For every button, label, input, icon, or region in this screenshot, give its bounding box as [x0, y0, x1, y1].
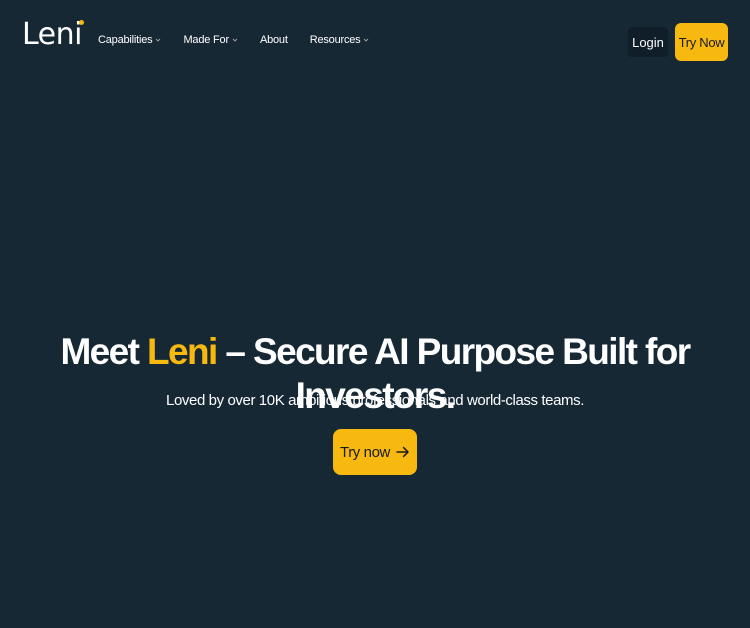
arrow-right-icon: [396, 445, 410, 459]
menu-item-label: Made For: [183, 34, 229, 46]
logo-dot: [79, 20, 85, 25]
menu-item-label: About: [259, 34, 288, 46]
cta-label: Try now: [340, 443, 390, 461]
hero-title-accent: Leni: [147, 331, 218, 372]
login-button[interactable]: Login: [628, 27, 668, 57]
menu-item-about[interactable]: About: [260, 34, 288, 46]
menu-item-label: Capabilities: [98, 34, 153, 46]
hero-title-pre: Meet: [60, 331, 148, 372]
menu-item-capabilities[interactable]: Capabilities: [98, 34, 161, 46]
top-navigation: Len i Capabilities Made For About Resourc…: [0, 0, 750, 84]
menu-item-label: Resources: [309, 34, 361, 46]
logo-text: Len: [22, 17, 75, 52]
chevron-down-icon: [155, 37, 161, 43]
main-menu: Capabilities Made For About Resources: [98, 34, 391, 46]
menu-item-made-for[interactable]: Made For: [183, 34, 238, 46]
chevron-down-icon: [232, 37, 238, 43]
try-now-button[interactable]: Try Now: [675, 23, 728, 61]
chevron-down-icon: [363, 37, 369, 43]
logo-i: i: [74, 18, 85, 52]
menu-item-resources[interactable]: Resources: [310, 34, 370, 46]
hero-try-now-button[interactable]: Try now: [333, 429, 417, 475]
hero-subtitle: Loved by over 10K ambitious professional…: [166, 392, 584, 409]
leni-logo[interactable]: Len i: [22, 17, 85, 52]
